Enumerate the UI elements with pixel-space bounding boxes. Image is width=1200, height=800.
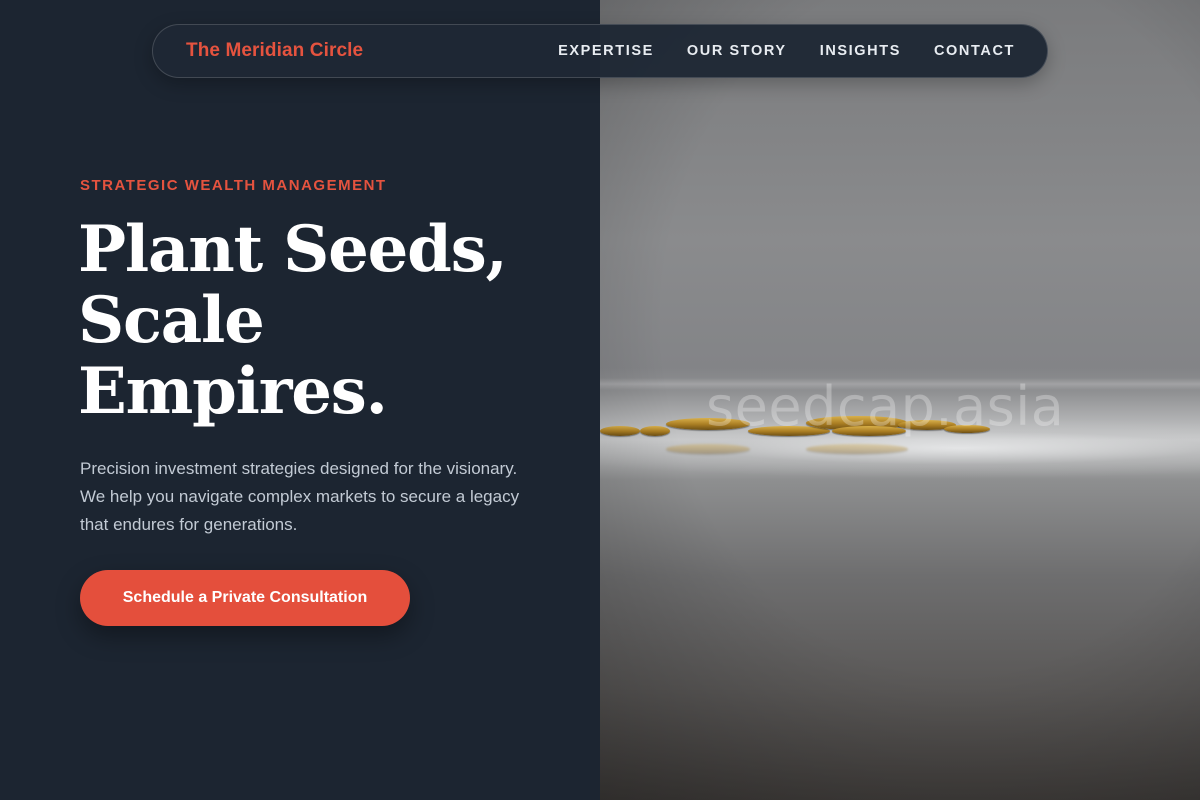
nav-link-contact[interactable]: CONTACT — [934, 43, 1015, 59]
hero-image: seedcap.asia — [600, 0, 1200, 800]
hero-description: Precision investment strategies designed… — [80, 459, 520, 534]
hero-eyebrow: STRATEGIC WEALTH MANAGEMENT — [80, 177, 387, 194]
hero-headline: Plant Seeds, Scale Empires. — [78, 214, 558, 427]
nav-links: EXPERTISE OUR STORY INSIGHTS CONTACT — [558, 43, 1015, 59]
schedule-consultation-button[interactable]: Schedule a Private Consultation — [80, 570, 410, 626]
brand-logo-link[interactable]: The Meridian Circle — [186, 40, 363, 62]
nav-link-our-story[interactable]: OUR STORY — [687, 43, 787, 59]
headline-line: Plant Seeds, — [78, 212, 508, 287]
top-navbar: The Meridian Circle EXPERTISE OUR STORY … — [152, 24, 1048, 78]
nav-link-insights[interactable]: INSIGHTS — [820, 43, 901, 59]
headline-line: Empires. — [78, 354, 388, 429]
image-watermark: seedcap.asia — [706, 375, 1065, 438]
headline-line: Scale — [78, 283, 265, 358]
nav-link-expertise[interactable]: EXPERTISE — [558, 43, 654, 59]
